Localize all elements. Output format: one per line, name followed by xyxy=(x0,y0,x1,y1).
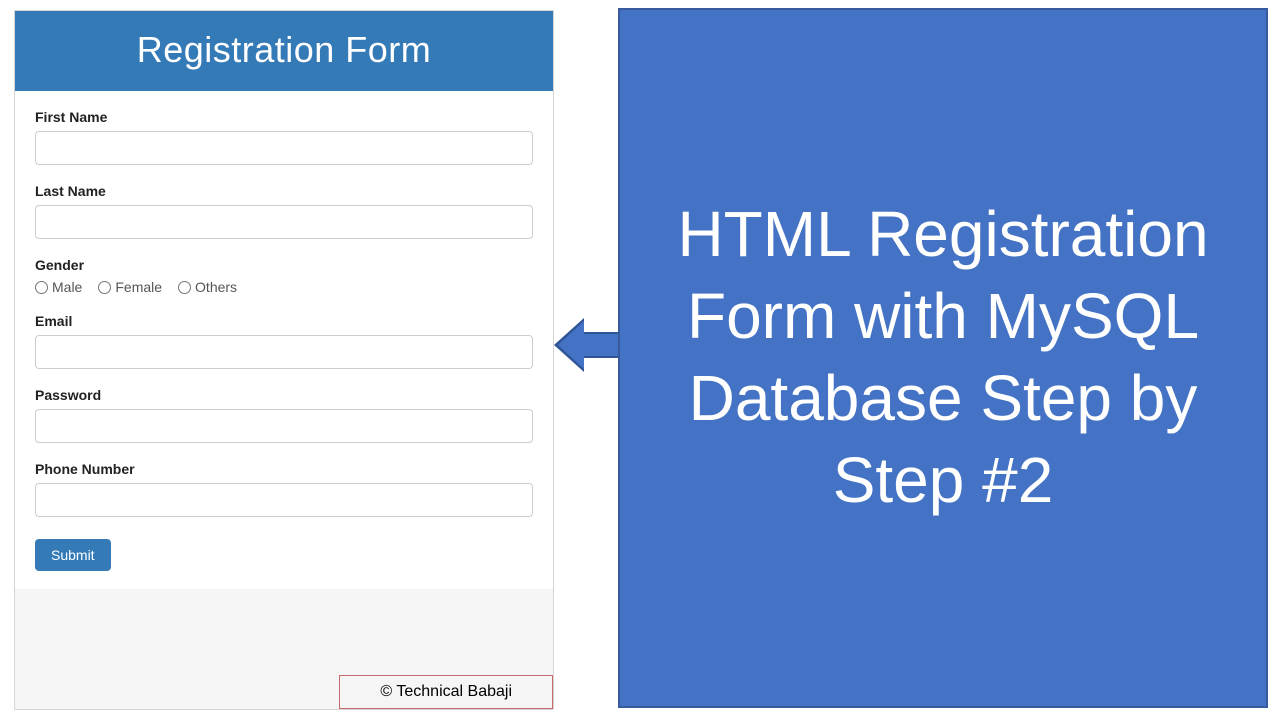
gender-options: Male Female Others xyxy=(35,279,533,295)
radio-female-wrap[interactable]: Female xyxy=(98,279,162,295)
input-first-name[interactable] xyxy=(35,131,533,165)
radio-others[interactable] xyxy=(178,281,191,294)
arrow-left-icon xyxy=(558,318,620,372)
radio-male-label: Male xyxy=(52,279,82,295)
form-title: Registration Form xyxy=(15,11,553,91)
radio-female[interactable] xyxy=(98,281,111,294)
submit-button[interactable]: Submit xyxy=(35,539,111,571)
footer-credit: © Technical Babaji xyxy=(380,683,512,701)
field-last-name: Last Name xyxy=(35,183,533,239)
label-gender: Gender xyxy=(35,257,533,273)
title-text: HTML Registration Form with MySQL Databa… xyxy=(644,194,1242,522)
input-email[interactable] xyxy=(35,335,533,369)
radio-others-label: Others xyxy=(195,279,237,295)
form-body: First Name Last Name Gender Male Female xyxy=(15,91,553,589)
radio-others-wrap[interactable]: Others xyxy=(178,279,237,295)
input-password[interactable] xyxy=(35,409,533,443)
field-phone: Phone Number xyxy=(35,461,533,517)
form-panel: Registration Form First Name Last Name G… xyxy=(14,10,554,710)
field-first-name: First Name xyxy=(35,109,533,165)
footer-credit-box: © Technical Babaji xyxy=(339,675,553,709)
field-email: Email xyxy=(35,313,533,369)
title-panel: HTML Registration Form with MySQL Databa… xyxy=(618,8,1268,708)
label-phone: Phone Number xyxy=(35,461,533,477)
radio-male[interactable] xyxy=(35,281,48,294)
field-gender: Gender Male Female Others xyxy=(35,257,533,295)
label-first-name: First Name xyxy=(35,109,533,125)
label-password: Password xyxy=(35,387,533,403)
label-email: Email xyxy=(35,313,533,329)
field-password: Password xyxy=(35,387,533,443)
radio-female-label: Female xyxy=(115,279,162,295)
radio-male-wrap[interactable]: Male xyxy=(35,279,82,295)
input-phone[interactable] xyxy=(35,483,533,517)
input-last-name[interactable] xyxy=(35,205,533,239)
label-last-name: Last Name xyxy=(35,183,533,199)
